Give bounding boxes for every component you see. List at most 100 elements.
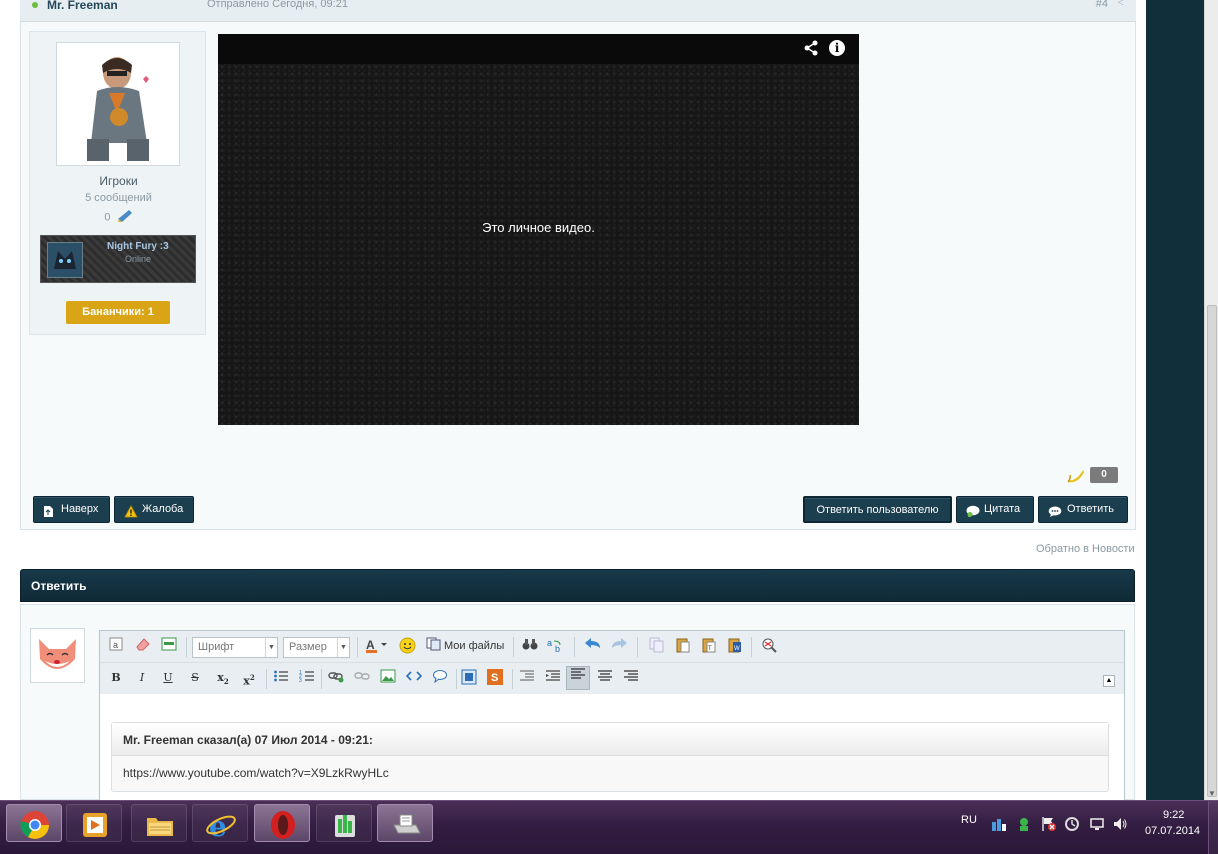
taskbar-fax[interactable] — [377, 804, 433, 842]
align-center-icon[interactable] — [596, 669, 614, 687]
copy-icon[interactable] — [648, 637, 666, 655]
reply-button[interactable]: Ответить — [1038, 496, 1128, 523]
strikethrough-icon[interactable]: S — [186, 669, 204, 687]
superscript-icon[interactable]: x2 — [240, 669, 258, 688]
online-indicator — [32, 2, 38, 8]
post-author[interactable]: Mr. Freeman — [47, 0, 118, 12]
taskbar-chrome[interactable] — [6, 804, 62, 842]
text-color-icon[interactable]: A — [365, 637, 389, 655]
paste-word-icon[interactable]: W — [726, 637, 744, 655]
align-right-icon[interactable] — [622, 669, 640, 687]
clock-time[interactable]: 9:22 — [1163, 809, 1184, 821]
toggle-source-icon[interactable] — [160, 637, 178, 655]
taskbar-internet-explorer[interactable]: e — [192, 804, 248, 842]
reputation: 0 — [30, 209, 207, 226]
binoculars-icon[interactable] — [521, 637, 539, 655]
volume-icon[interactable] — [1112, 816, 1128, 832]
speech-bubble-icon — [1048, 503, 1062, 528]
toolbar-separator — [637, 637, 638, 657]
clock-date[interactable]: 07.07.2014 — [1145, 825, 1200, 837]
reply-label: Ответить — [1067, 503, 1115, 515]
reputation-icon — [117, 209, 133, 226]
update-icon[interactable] — [1064, 816, 1080, 832]
scrollbar[interactable]: ▼ — [1204, 0, 1218, 800]
quote-icon — [966, 503, 981, 528]
friend-status: Online — [125, 254, 152, 264]
avatar[interactable] — [56, 42, 180, 166]
rich-text-editor: a Шрифт ▼ Размер ▼ A Мои файлы ab T W B … — [99, 630, 1125, 805]
quote-header: Mr. Freeman сказал(а) 07 Июл 2014 - 09:2… — [112, 723, 1108, 756]
unlink-icon[interactable] — [353, 669, 371, 687]
paste-text-icon[interactable]: T — [700, 637, 718, 655]
bold-icon[interactable]: B — [107, 669, 125, 687]
language-indicator[interactable]: RU — [961, 814, 977, 826]
reply-header: Ответить — [20, 569, 1135, 602]
video-info-icon[interactable]: i — [829, 40, 845, 56]
smiley-icon[interactable] — [398, 637, 416, 655]
indent-icon[interactable] — [544, 669, 562, 687]
italic-icon[interactable]: I — [133, 669, 151, 687]
image-icon[interactable] — [379, 669, 397, 687]
report-button[interactable]: Жалоба — [114, 496, 194, 523]
my-avatar[interactable] — [30, 628, 85, 683]
svg-text:A: A — [366, 638, 375, 652]
svg-text:T: T — [708, 646, 712, 652]
link-icon[interactable] — [327, 669, 345, 687]
post-body: Игроки 5 сообщений 0 Night Fury :3 Onlin… — [20, 22, 1136, 530]
media-icon[interactable] — [460, 669, 478, 687]
taskbar-opera[interactable] — [254, 804, 310, 842]
network-monitor-icon[interactable] — [991, 816, 1007, 832]
post-number[interactable]: #4 — [1096, 0, 1108, 10]
show-desktop-button[interactable] — [1208, 801, 1218, 854]
video-share-icon[interactable] — [803, 40, 819, 59]
quote-button[interactable]: Цитата — [956, 496, 1034, 523]
font-select[interactable]: Шрифт ▼ — [192, 637, 278, 658]
subscript-icon[interactable]: x2 — [214, 669, 232, 687]
reply-to-user-button[interactable]: Ответить пользователю — [803, 496, 952, 523]
taskbar-explorer[interactable] — [131, 804, 187, 842]
friend-card[interactable]: Night Fury :3 Online — [40, 235, 196, 283]
spellcheck-icon[interactable] — [761, 637, 779, 655]
warning-icon — [124, 503, 138, 528]
network-icon[interactable] — [1089, 816, 1105, 832]
files-icon[interactable] — [425, 637, 443, 655]
collapse-toolbar-icon[interactable]: ▲ — [1103, 675, 1115, 687]
share-icon[interactable]: < — [1118, 0, 1124, 9]
code-icon[interactable] — [405, 669, 423, 687]
security-alert-icon[interactable] — [1041, 816, 1057, 832]
eraser-icon[interactable] — [134, 637, 152, 655]
banana-like-icon[interactable] — [1066, 466, 1086, 487]
tray-app-icon[interactable] — [1016, 816, 1032, 832]
remove-format-icon[interactable]: a — [107, 637, 125, 655]
reply-body: a Шрифт ▼ Размер ▼ A Мои файлы ab T W B … — [20, 604, 1135, 805]
align-left-icon[interactable] — [566, 666, 590, 690]
paste-icon[interactable] — [674, 637, 692, 655]
scroll-down-arrow[interactable]: ▼ — [1208, 789, 1216, 798]
scrollbar-thumb[interactable] — [1207, 305, 1217, 797]
friend-name[interactable]: Night Fury :3 — [107, 241, 169, 252]
svg-text:a: a — [547, 638, 552, 648]
friend-avatar[interactable] — [47, 242, 83, 278]
quote-bubble-icon[interactable] — [431, 669, 449, 687]
size-select[interactable]: Размер ▼ — [283, 637, 350, 658]
outdent-icon[interactable] — [518, 669, 536, 687]
spoiler-icon[interactable]: S — [486, 669, 504, 687]
scroll-top-button[interactable]: Наверх — [33, 496, 110, 523]
video-player[interactable]: i Это личное видео. — [218, 34, 859, 425]
taskbar-app[interactable] — [316, 804, 372, 842]
editor-toolbar-bottom: B I U S x2 x2 123 S — [100, 663, 1124, 694]
bullet-list-icon[interactable] — [272, 669, 290, 687]
numbered-list-icon[interactable]: 123 — [298, 669, 316, 687]
back-to-news-link[interactable]: Обратно в Новости — [1036, 543, 1135, 555]
quote-label: Цитата — [984, 503, 1021, 515]
undo-icon[interactable] — [584, 637, 602, 655]
my-files-button[interactable]: Мои файлы — [444, 637, 504, 655]
svg-text:e: e — [209, 810, 227, 841]
replace-icon[interactable]: ab — [546, 637, 564, 655]
underline-icon[interactable]: U — [159, 669, 177, 687]
editor-content[interactable]: Mr. Freeman сказал(а) 07 Июл 2014 - 09:2… — [101, 695, 1116, 805]
toolbar-separator — [266, 669, 267, 689]
svg-text:a: a — [113, 640, 118, 650]
redo-icon[interactable] — [610, 637, 628, 655]
taskbar-media-player[interactable] — [66, 804, 122, 842]
